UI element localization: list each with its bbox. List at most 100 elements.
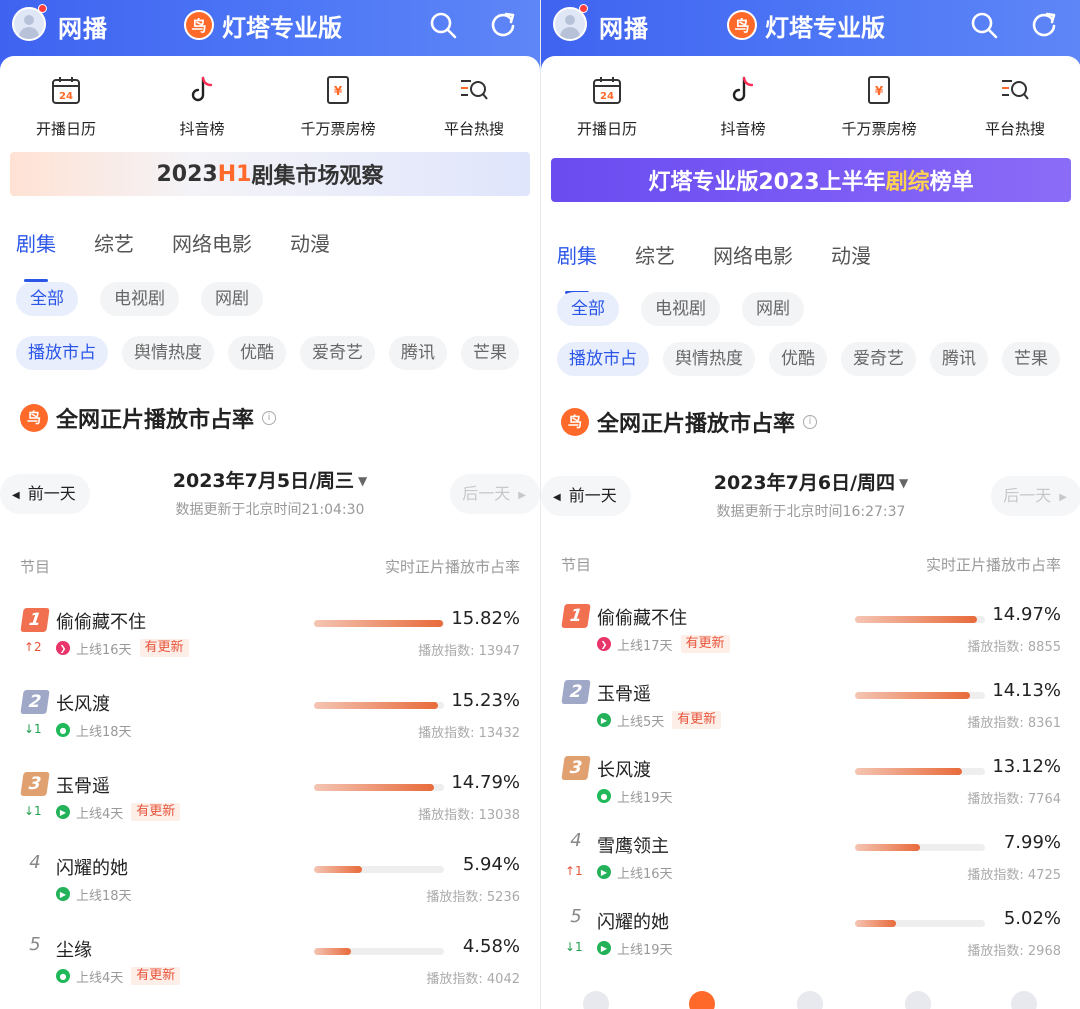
ranking-row[interactable]: 5 尘缘 ● 上线4天 有更新 4.58% 播放指数: 4042 bbox=[20, 932, 520, 1004]
chip-all[interactable]: 全部 bbox=[16, 282, 78, 316]
app-name: 网播 bbox=[599, 15, 649, 43]
rank-number: 3 bbox=[20, 772, 50, 796]
tab-web-movie[interactable]: 网络电影 bbox=[713, 240, 793, 280]
svg-text:24: 24 bbox=[600, 91, 614, 102]
chip-youku[interactable]: 优酷 bbox=[228, 336, 286, 370]
quick-nav: 24 开播日历 抖音榜 ¥ 千万票房榜 平台热搜 bbox=[0, 74, 540, 144]
brand-logo-icon: 鸟 bbox=[561, 408, 589, 436]
nav-home-icon[interactable] bbox=[583, 991, 609, 1009]
ranking-row[interactable]: 5 闪耀的她 ↓1 ▶ 上线19天 5.02% 播放指数: 2968 bbox=[561, 904, 1061, 976]
update-tag: 有更新 bbox=[672, 711, 722, 729]
rank-badge: 1 bbox=[20, 608, 50, 632]
play-index-label: 播放指数: bbox=[967, 640, 1024, 655]
chip-sentiment[interactable]: 舆情热度 bbox=[663, 342, 755, 376]
quicknav-hotsearch[interactable]: 平台热搜 bbox=[424, 74, 524, 139]
date-picker[interactable]: 2023年7月5日/周三 ▼ bbox=[173, 466, 368, 493]
refresh-icon[interactable] bbox=[1029, 10, 1059, 40]
info-icon[interactable]: i bbox=[803, 415, 818, 429]
search-icon[interactable] bbox=[969, 10, 999, 40]
quicknav-hotsearch[interactable]: 平台热搜 bbox=[965, 74, 1065, 139]
refresh-icon[interactable] bbox=[488, 10, 518, 40]
tab-anime[interactable]: 动漫 bbox=[831, 240, 871, 280]
tab-variety[interactable]: 综艺 bbox=[94, 228, 134, 268]
nav-discover-icon[interactable] bbox=[797, 991, 823, 1009]
notification-dot bbox=[579, 4, 588, 13]
ranking-row[interactable]: 1 偷偷藏不住 ❯ 上线17天 有更新 14.97% 播放指数: 8855 bbox=[561, 600, 1061, 672]
chip-play-share[interactable]: 播放市占 bbox=[16, 336, 108, 370]
share-bar bbox=[314, 948, 444, 955]
tab-drama[interactable]: 剧集 bbox=[16, 228, 56, 282]
chip-tencent[interactable]: 腾讯 bbox=[930, 342, 988, 376]
metric-chips: 播放市占 舆情热度 优酷 爱奇艺 腾讯 芒果 bbox=[16, 336, 519, 370]
info-icon[interactable]: i bbox=[262, 411, 277, 425]
quicknav-label: 抖音榜 bbox=[720, 120, 766, 138]
program-meta: ❯ 上线17天 有更新 bbox=[597, 634, 730, 654]
play-index: 播放指数: 2968 bbox=[967, 940, 1061, 959]
triangle-right-icon: ▶ bbox=[518, 490, 526, 501]
caret-down-icon: ▼ bbox=[899, 476, 909, 490]
play-index-value: 4042 bbox=[486, 972, 520, 987]
next-day-button[interactable]: 后一天 ▶ bbox=[991, 476, 1080, 516]
quicknav-boxoffice[interactable]: ¥ 千万票房榜 bbox=[288, 74, 388, 139]
chip-mango[interactable]: 芒果 bbox=[461, 336, 519, 370]
tab-drama[interactable]: 剧集 bbox=[557, 240, 597, 294]
section-title: 鸟 全网正片播放市占率 i bbox=[561, 406, 818, 438]
rank-badge: 1 bbox=[561, 604, 591, 628]
share-percent: 4.58% bbox=[462, 936, 520, 957]
tab-variety[interactable]: 综艺 bbox=[635, 240, 675, 280]
section-title-text: 全网正片播放市占率 bbox=[597, 412, 796, 437]
chip-all[interactable]: 全部 bbox=[557, 292, 619, 326]
play-index: 播放指数: 13947 bbox=[418, 640, 520, 659]
notification-dot bbox=[38, 4, 47, 13]
date-label: 2023年7月5日/周三 bbox=[172, 470, 355, 492]
next-day-button[interactable]: 后一天 ▶ bbox=[450, 474, 540, 514]
share-percent: 5.02% bbox=[1003, 908, 1061, 929]
next-day-label: 后一天 bbox=[1003, 486, 1052, 505]
quicknav-douyin[interactable]: 抖音榜 bbox=[693, 74, 793, 139]
nav-profile-icon[interactable] bbox=[1011, 991, 1037, 1009]
share-bar-fill bbox=[855, 768, 962, 775]
chip-play-share[interactable]: 播放市占 bbox=[557, 342, 649, 376]
chip-tv-drama[interactable]: 电视剧 bbox=[100, 282, 179, 316]
tab-web-movie[interactable]: 网络电影 bbox=[172, 228, 252, 268]
chip-iqiyi[interactable]: 爱奇艺 bbox=[300, 336, 375, 370]
chip-web-drama[interactable]: 网剧 bbox=[742, 292, 804, 326]
quicknav-calendar[interactable]: 24 开播日历 bbox=[557, 74, 657, 139]
banner-prefix: 2023 bbox=[156, 161, 218, 187]
chip-tencent[interactable]: 腾讯 bbox=[389, 336, 447, 370]
promo-banner[interactable]: 2023 H1 剧集市场观察 bbox=[10, 152, 530, 196]
update-tag: 有更新 bbox=[131, 967, 181, 985]
chip-mango[interactable]: 芒果 bbox=[1002, 342, 1060, 376]
chip-web-drama[interactable]: 网剧 bbox=[201, 282, 263, 316]
tab-anime[interactable]: 动漫 bbox=[290, 228, 330, 268]
ranking-row[interactable]: 2 玉骨遥 ▶ 上线5天 有更新 14.13% 播放指数: 8361 bbox=[561, 676, 1061, 748]
share-bar-fill bbox=[855, 616, 977, 623]
program-title: 长风渡 bbox=[597, 760, 651, 781]
ranking-row[interactable]: 1 偷偷藏不住 ↑2 ❯ 上线16天 有更新 15.82% 播放指数: 1394… bbox=[20, 604, 520, 676]
program-meta: ▶ 上线4天 有更新 bbox=[56, 802, 181, 822]
calendar-icon: 24 bbox=[593, 77, 621, 104]
search-icon[interactable] bbox=[428, 10, 458, 40]
play-index-label: 播放指数: bbox=[967, 944, 1024, 959]
chip-tv-drama[interactable]: 电视剧 bbox=[641, 292, 720, 326]
promo-banner[interactable]: 灯塔专业版2023上半年 剧综 榜单 bbox=[551, 158, 1071, 202]
ranking-row[interactable]: 3 玉骨遥 ↓1 ▶ 上线4天 有更新 14.79% 播放指数: 13038 bbox=[20, 768, 520, 840]
share-bar bbox=[314, 784, 444, 791]
chip-youku[interactable]: 优酷 bbox=[769, 342, 827, 376]
nav-play-icon[interactable] bbox=[689, 991, 715, 1009]
chip-sentiment[interactable]: 舆情热度 bbox=[122, 336, 214, 370]
ranking-row[interactable]: 2 长风渡 ↓1 ● 上线18天 15.23% 播放指数: 13432 bbox=[20, 686, 520, 758]
quicknav-boxoffice[interactable]: ¥ 千万票房榜 bbox=[829, 74, 929, 139]
share-bar-fill bbox=[314, 784, 435, 791]
online-days: 上线16天 bbox=[76, 642, 132, 658]
ranking-row[interactable]: 3 长风渡 ● 上线19天 13.12% 播放指数: 7764 bbox=[561, 752, 1061, 824]
ranking-row[interactable]: 4 雪鹰领主 ↑1 ▶ 上线16天 7.99% 播放指数: 4725 bbox=[561, 828, 1061, 900]
chip-iqiyi[interactable]: 爱奇艺 bbox=[841, 342, 916, 376]
nav-settings-icon[interactable] bbox=[905, 991, 931, 1009]
play-index-value: 7764 bbox=[1027, 792, 1061, 807]
ranking-row[interactable]: 4 闪耀的她 ▶ 上线18天 5.94% 播放指数: 5236 bbox=[20, 850, 520, 922]
online-days: 上线17天 bbox=[617, 638, 673, 654]
quicknav-douyin[interactable]: 抖音榜 bbox=[152, 74, 252, 139]
date-picker[interactable]: 2023年7月6日/周四 ▼ bbox=[714, 468, 909, 495]
quicknav-calendar[interactable]: 24 开播日历 bbox=[16, 74, 116, 139]
